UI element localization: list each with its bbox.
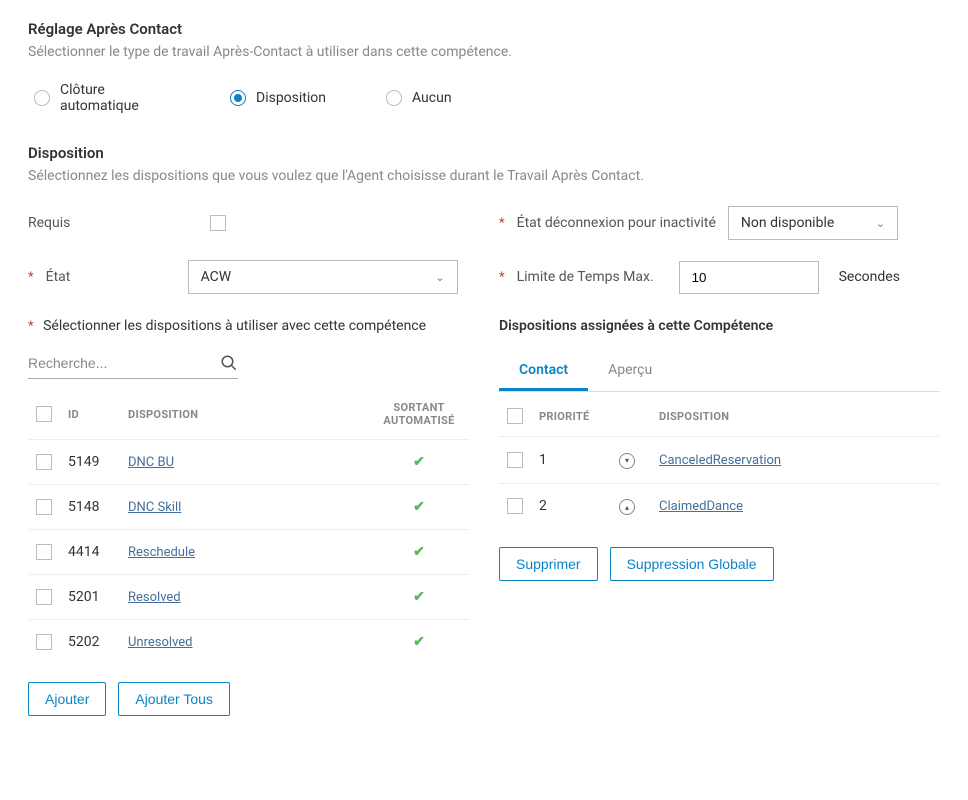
available-table: ID DISPOSITION SORTANT AUTOMATISÉ 5149 D… [28,389,469,664]
table-row: 5149 DNC BU ✔ [28,440,469,485]
search-wrap [28,346,238,379]
assigned-dispositions-panel: Dispositions assignées à cette Compétenc… [499,318,940,716]
select-all-assigned-checkbox[interactable] [507,408,523,424]
after-contact-desc: Sélectionner le type de travail Après-Co… [28,44,940,60]
add-all-button[interactable]: Ajouter Tous [118,682,230,716]
timelimit-input[interactable] [679,261,819,294]
timelimit-suffix: Secondes [839,269,900,285]
radio-disposition[interactable]: Disposition [230,90,326,106]
disposition-link[interactable]: DNC BU [128,455,174,470]
disposition-link[interactable]: ClaimedDance [659,499,743,514]
state-select[interactable]: ACW ⌄ [188,260,458,294]
disposition-section: Disposition Sélectionnez les disposition… [28,144,940,294]
after-contact-title: Réglage Après Contact [28,20,940,38]
table-row: 5202 Unresolved ✔ [28,620,469,665]
search-input[interactable] [28,355,220,371]
delete-button[interactable]: Supprimer [499,547,598,581]
check-icon: ✔ [413,634,425,650]
tab-preview[interactable]: Aperçu [588,352,672,391]
table-row: 5201 Resolved ✔ [28,575,469,620]
row-checkbox[interactable] [36,454,52,470]
row-id: 5201 [60,575,120,620]
assigned-title: Dispositions assignées à cette Compétenc… [499,318,940,334]
row-id: 5149 [60,440,120,485]
required-star: * [499,270,505,285]
disposition-link[interactable]: CanceledReservation [659,453,781,468]
row-checkbox[interactable] [36,589,52,605]
disposition-title: Disposition [28,144,940,162]
row-checkbox[interactable] [507,498,523,514]
priority-down-icon[interactable]: ▾ [619,453,635,469]
table-row: 5148 DNC Skill ✔ [28,485,469,530]
tab-contact[interactable]: Contact [499,352,588,391]
col-assigned-disposition[interactable]: DISPOSITION [651,396,940,437]
row-checkbox[interactable] [36,634,52,650]
col-priority[interactable]: PRIORITÉ [531,396,611,437]
chevron-down-icon: ⌄ [435,271,444,284]
check-icon: ✔ [413,544,425,560]
row-id: 5148 [60,485,120,530]
after-contact-section: Réglage Après Contact Sélectionner le ty… [28,20,940,114]
row-id: 4414 [60,530,120,575]
required-label: Requis [28,215,158,231]
select-all-checkbox[interactable] [36,406,52,422]
state-label: État [46,269,176,285]
assigned-table: PRIORITÉ DISPOSITION 1 ▾ CanceledReserva… [499,396,940,529]
table-row: 1 ▾ CanceledReservation [499,437,940,484]
available-title: * Sélectionner les dispositions à utilis… [28,318,469,334]
add-button[interactable]: Ajouter [28,682,106,716]
row-checkbox[interactable] [507,452,523,468]
priority-up-icon[interactable]: ▴ [619,499,635,515]
disposition-link[interactable]: DNC Skill [128,500,181,515]
disposition-link[interactable]: Reschedule [128,545,195,560]
delete-all-button[interactable]: Suppression Globale [610,547,774,581]
check-icon: ✔ [413,499,425,515]
disposition-desc: Sélectionnez les dispositions que vous v… [28,168,940,184]
disposition-link[interactable]: Unresolved [128,635,193,650]
required-checkbox[interactable] [210,215,226,231]
radio-auto-close[interactable]: Clôture automatique [34,82,170,114]
table-row: 2 ▴ ClaimedDance [499,483,940,529]
row-priority: 1 [531,437,611,484]
col-disposition[interactable]: DISPOSITION [120,389,369,440]
search-icon [220,354,238,372]
required-star: * [28,270,34,285]
check-icon: ✔ [413,589,425,605]
table-row: 4414 Reschedule ✔ [28,530,469,575]
disconnect-label: État déconnexion pour inactivité [517,215,716,231]
check-icon: ✔ [413,454,425,470]
col-auto[interactable]: SORTANT AUTOMATISÉ [369,389,469,440]
row-checkbox[interactable] [36,499,52,515]
disposition-link[interactable]: Resolved [128,590,181,605]
disconnect-select[interactable]: Non disponible ⌄ [728,206,898,240]
radio-none[interactable]: Aucun [386,90,452,106]
row-id: 5202 [60,620,120,665]
required-star: * [499,216,505,231]
chevron-down-icon: ⌄ [876,217,885,230]
row-checkbox[interactable] [36,544,52,560]
row-priority: 2 [531,483,611,529]
timelimit-label: Limite de Temps Max. [517,269,667,285]
col-id[interactable]: ID [60,389,120,440]
available-dispositions-panel: * Sélectionner les dispositions à utilis… [28,318,469,716]
